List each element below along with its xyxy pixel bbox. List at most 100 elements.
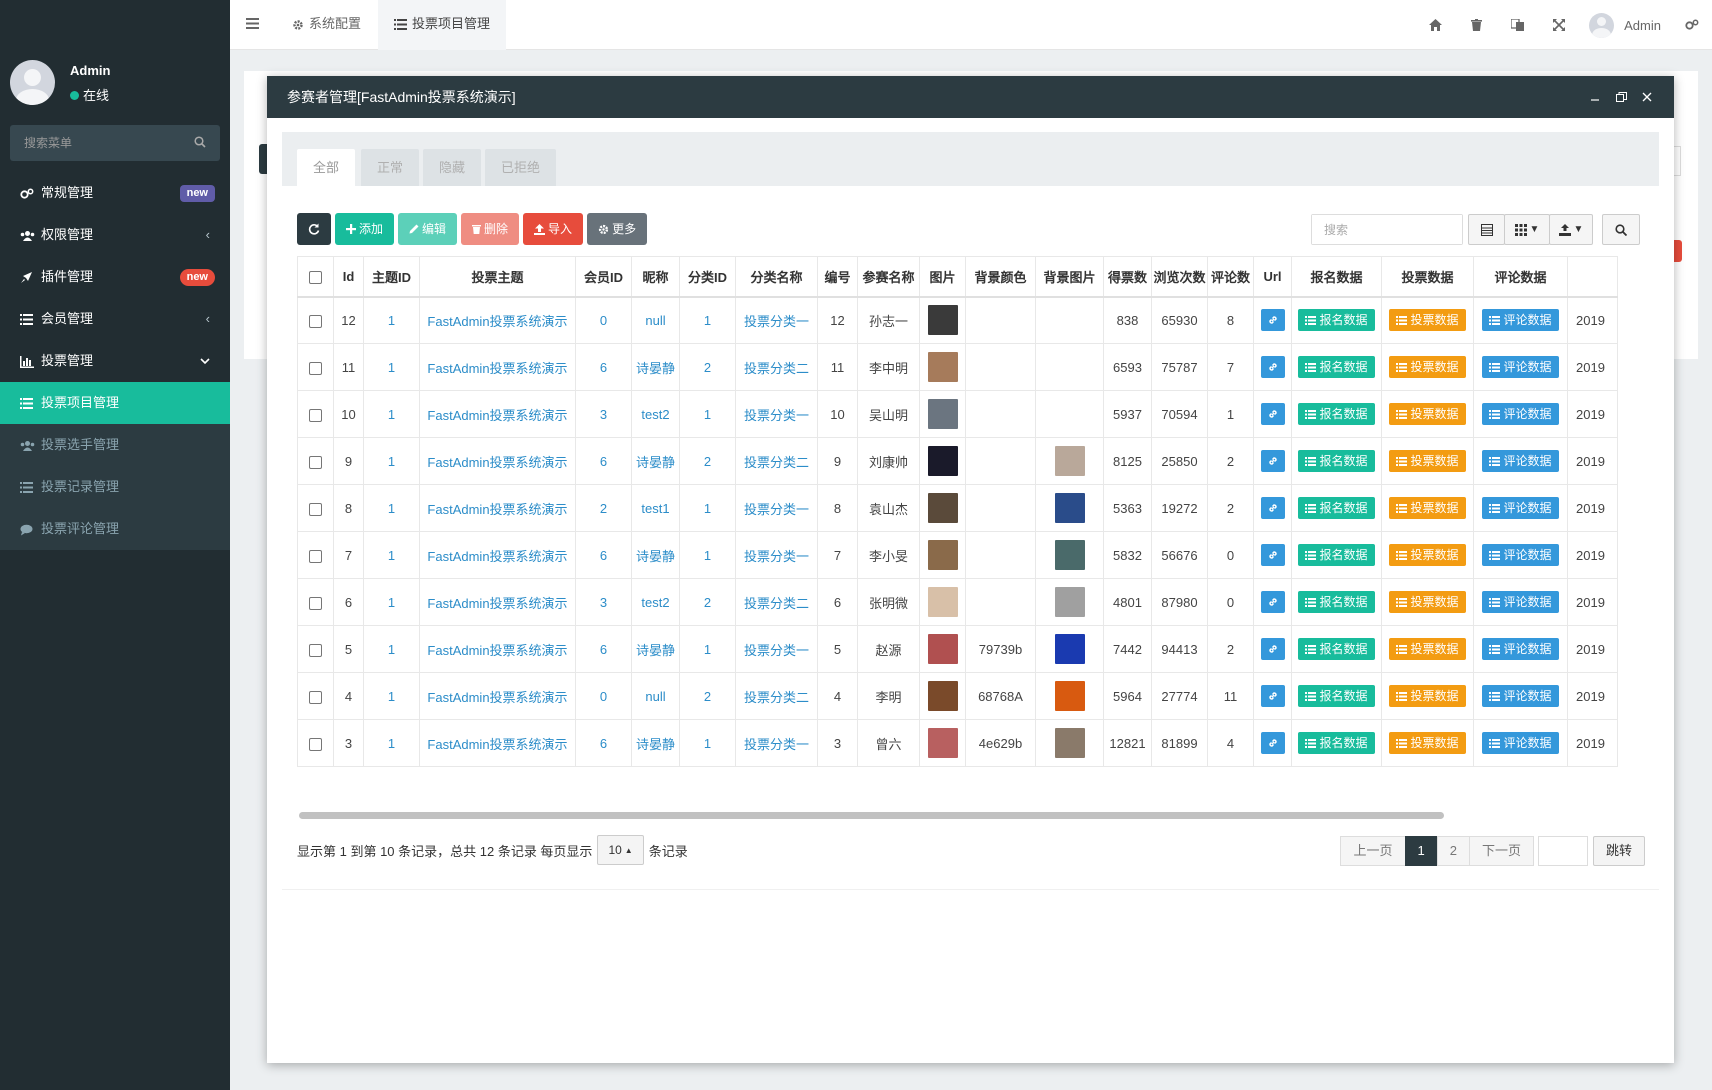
url-button[interactable] [1260, 403, 1285, 425]
player-image-thumbnail[interactable] [927, 540, 958, 570]
comment-data-button[interactable]: 评论数据 [1482, 638, 1559, 660]
background-image-thumbnail[interactable] [1054, 493, 1085, 523]
player-image-thumbnail[interactable] [927, 305, 958, 336]
category-id-link[interactable]: 1 [679, 719, 736, 767]
table-row[interactable]: 3 1 FastAdmin投票系统演示 6 诗晏静 1 投票分类一 3 曾六 4e629b 1282… [297, 719, 1618, 767]
user-id-link[interactable]: 6 [575, 437, 632, 485]
table-row[interactable]: 6 1 FastAdmin投票系统演示 3 test2 2 投票分类二 6 张明微 4801 879… [297, 578, 1618, 626]
vote-data-button[interactable]: 投票数据 [1389, 591, 1466, 613]
vote-data-button[interactable]: 投票数据 [1389, 497, 1466, 519]
player-image-thumbnail[interactable] [927, 446, 958, 476]
background-image-thumbnail[interactable] [1054, 446, 1085, 476]
search-button[interactable] [1602, 214, 1640, 245]
tab-vote-project[interactable]: 投票项目管理 [378, 0, 507, 50]
subject-id-link[interactable]: 1 [363, 484, 420, 532]
category-name-link[interactable]: 投票分类一 [735, 625, 818, 673]
scrollbar-thumb[interactable] [299, 812, 1444, 819]
signup-data-button[interactable]: 报名数据 [1298, 356, 1375, 378]
category-id-link[interactable]: 2 [679, 672, 736, 720]
category-id-link[interactable]: 1 [679, 531, 736, 579]
sidebar-item-vote-project[interactable]: 投票项目管理 [0, 382, 230, 424]
subject-link[interactable]: FastAdmin投票系统演示 [419, 625, 576, 673]
user-id-link[interactable]: 6 [575, 719, 632, 767]
url-button[interactable] [1260, 450, 1285, 472]
column-header[interactable]: Url [1253, 256, 1292, 298]
translate-icon[interactable] [1497, 0, 1538, 50]
column-header[interactable]: 报名数据 [1291, 256, 1382, 298]
sidebar-item-vote-record[interactable]: 投票记录管理 [0, 466, 230, 508]
player-image-thumbnail[interactable] [927, 399, 958, 429]
subject-link[interactable]: FastAdmin投票系统演示 [419, 719, 576, 767]
delete-button[interactable]: 删除 [461, 213, 520, 245]
add-button[interactable]: 添加 [335, 213, 395, 245]
subject-link[interactable]: FastAdmin投票系统演示 [419, 672, 576, 720]
table-row[interactable]: 12 1 FastAdmin投票系统演示 0 null 1 投票分类一 12 孙志一 838 659… [297, 296, 1618, 344]
category-id-link[interactable]: 1 [679, 484, 736, 532]
nickname-link[interactable]: 诗晏静 [631, 531, 680, 579]
user-id-link[interactable]: 6 [575, 343, 632, 391]
subject-id-link[interactable]: 1 [363, 625, 420, 673]
column-header[interactable]: Id [333, 256, 364, 298]
subject-id-link[interactable]: 1 [363, 390, 420, 438]
minimize-icon[interactable] [1582, 76, 1608, 118]
signup-data-button[interactable]: 报名数据 [1298, 732, 1375, 754]
horizontal-scrollbar[interactable] [297, 811, 1645, 821]
subject-id-link[interactable]: 1 [363, 672, 420, 720]
comment-data-button[interactable]: 评论数据 [1482, 591, 1559, 613]
table-row[interactable]: 8 1 FastAdmin投票系统演示 2 test1 1 投票分类一 8 袁山杰 5363 192… [297, 484, 1618, 532]
signup-data-button[interactable]: 报名数据 [1298, 497, 1375, 519]
player-image-thumbnail[interactable] [927, 493, 958, 523]
column-header[interactable]: 投票数据 [1381, 256, 1474, 298]
vote-data-button[interactable]: 投票数据 [1389, 638, 1466, 660]
column-header[interactable]: 会员ID [575, 256, 632, 298]
category-id-link[interactable]: 2 [679, 437, 736, 485]
url-button[interactable] [1260, 685, 1285, 707]
subject-link[interactable]: FastAdmin投票系统演示 [419, 531, 576, 579]
user-id-link[interactable]: 6 [575, 531, 632, 579]
signup-data-button[interactable]: 报名数据 [1298, 685, 1375, 707]
page-button[interactable]: 2 [1436, 836, 1470, 866]
page-size-dropdown[interactable]: 10 ▲ [597, 835, 644, 865]
category-id-link[interactable]: 1 [679, 390, 736, 438]
next-page-button[interactable]: 下一页 [1468, 836, 1534, 866]
category-name-link[interactable]: 投票分类二 [735, 578, 818, 626]
cogs-icon[interactable] [1671, 0, 1712, 50]
sidebar-item-vote[interactable]: 投票管理 [0, 340, 230, 382]
nickname-link[interactable]: null [631, 672, 680, 720]
url-button[interactable] [1260, 309, 1285, 332]
column-header[interactable]: 评论数据 [1473, 256, 1568, 298]
menu-search-input[interactable] [10, 125, 180, 161]
background-image-thumbnail[interactable] [1054, 540, 1085, 570]
sidebar-item-members[interactable]: 会员管理 ‹ [0, 298, 230, 340]
subject-id-link[interactable]: 1 [363, 343, 420, 391]
user-id-link[interactable]: 6 [575, 625, 632, 673]
category-name-link[interactable]: 投票分类一 [735, 296, 818, 344]
player-image-thumbnail[interactable] [927, 681, 958, 711]
signup-data-button[interactable]: 报名数据 [1298, 544, 1375, 566]
column-header[interactable]: 昵称 [631, 256, 680, 298]
tab-all[interactable]: 全部 [297, 149, 356, 186]
jump-button[interactable]: 跳转 [1592, 836, 1645, 866]
row-checkbox[interactable] [309, 596, 322, 610]
vote-data-button[interactable]: 投票数据 [1389, 450, 1466, 472]
nickname-link[interactable]: 诗晏静 [631, 719, 680, 767]
user-id-link[interactable]: 2 [575, 484, 632, 532]
comment-data-button[interactable]: 评论数据 [1482, 403, 1559, 425]
page-button[interactable]: 1 [1404, 836, 1438, 866]
signup-data-button[interactable]: 报名数据 [1298, 309, 1375, 332]
refresh-button[interactable] [297, 213, 331, 245]
vote-data-button[interactable]: 投票数据 [1389, 403, 1466, 425]
vote-data-button[interactable]: 投票数据 [1389, 356, 1466, 378]
subject-id-link[interactable]: 1 [363, 531, 420, 579]
column-header[interactable]: 评论数 [1207, 256, 1254, 298]
column-header[interactable]: 得票数 [1103, 256, 1152, 298]
background-image-thumbnail[interactable] [1054, 728, 1085, 758]
import-button[interactable]: 导入 [523, 213, 584, 245]
user-id-link[interactable]: 0 [575, 296, 632, 344]
vote-data-button[interactable]: 投票数据 [1389, 544, 1466, 566]
jump-page-input[interactable] [1537, 836, 1588, 866]
subject-id-link[interactable]: 1 [363, 437, 420, 485]
column-header[interactable]: 编号 [817, 256, 858, 298]
nickname-link[interactable]: test1 [631, 484, 680, 532]
comment-data-button[interactable]: 评论数据 [1482, 356, 1559, 378]
